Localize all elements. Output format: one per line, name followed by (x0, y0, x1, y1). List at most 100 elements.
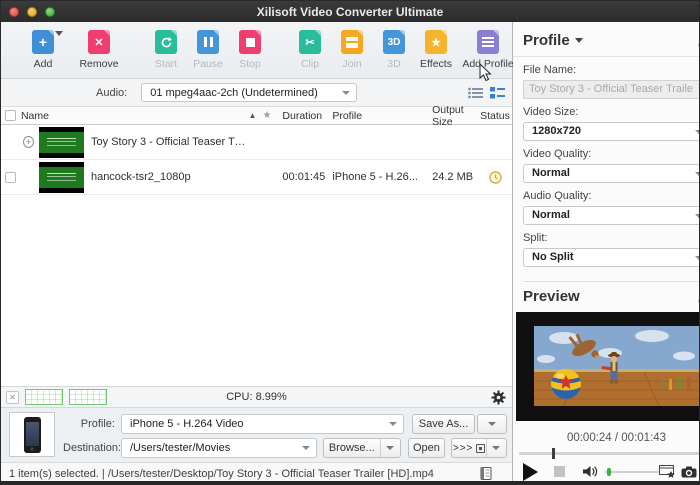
gear-icon[interactable] (491, 390, 506, 405)
profile-label: Profile: (63, 418, 115, 430)
window-title: Xilisoft Video Converter Ultimate (1, 5, 699, 19)
column-header-name[interactable]: Name (21, 110, 249, 122)
chevron-down-icon[interactable] (575, 38, 583, 43)
iphone-icon (24, 417, 41, 453)
pause-button[interactable]: Pause (187, 30, 229, 70)
chevron-down-icon (695, 130, 700, 134)
browse-button-group: Browse... (323, 438, 401, 458)
audio-label: Audio: (96, 87, 127, 99)
chevron-down-icon (386, 446, 394, 450)
video-thumbnail (39, 127, 84, 158)
cpu-bar: CPU: 8.99% ✕ (1, 386, 512, 408)
file-list-empty-area[interactable] (1, 195, 512, 386)
output-panel: Profile: iPhone 5 - H.264 Video Save As.… (1, 408, 512, 462)
column-header-profile[interactable]: Profile (332, 110, 424, 122)
save-as-dropdown-button[interactable] (477, 414, 507, 434)
video-quality-label: Video Quality: (523, 148, 700, 160)
plus-circle-icon[interactable]: + (23, 136, 34, 148)
toolbar: + Add ✕ Remove (1, 22, 512, 79)
start-icon (155, 30, 177, 54)
column-header-status[interactable]: Status (478, 110, 512, 122)
duration-cell: 00:01:45 (282, 171, 332, 183)
clip-button[interactable]: ✂ Clip (289, 30, 331, 70)
volume-thumb[interactable] (607, 468, 611, 476)
status-cell (478, 171, 512, 184)
table-row[interactable]: hancock-tsr2_1080p 00:01:45 iPhone 5 - H… (1, 160, 512, 195)
effects-button[interactable]: ★ Effects (415, 30, 457, 70)
video-size-label: Video Size: (523, 106, 700, 118)
device-transfer-icon (476, 444, 485, 453)
column-header-favorite[interactable]: ★ (262, 110, 282, 121)
sort-asc-icon[interactable]: ▲ (249, 111, 263, 120)
video-quality-select[interactable]: Normal (523, 164, 700, 183)
audio-track-select[interactable]: 01 mpeg4aac-2ch (Undetermined) (141, 83, 357, 102)
chevron-down-icon (389, 422, 397, 426)
seek-thumb[interactable] (552, 448, 555, 459)
chevron-down-icon (695, 214, 700, 218)
list-view-icon[interactable] (468, 87, 483, 99)
browse-dropdown-button[interactable] (381, 446, 400, 450)
transport-controls (523, 463, 700, 481)
file-name-label: File Name: (523, 64, 700, 76)
save-as-button[interactable]: Save As... (412, 414, 475, 434)
remove-icon: ✕ (88, 30, 110, 54)
add-profile-icon (477, 30, 499, 54)
chevron-down-icon (695, 256, 700, 260)
open-button[interactable]: Open (408, 438, 446, 458)
camera-icon[interactable] (681, 466, 697, 478)
chevron-down-icon (302, 446, 310, 450)
output-profile-select[interactable]: iPhone 5 - H.264 Video (121, 414, 404, 434)
file-list-header: Name ▲ ★ Duration Profile Output Size St… (1, 107, 512, 125)
start-button[interactable]: Start (145, 30, 187, 70)
add-dropdown-caret[interactable] (55, 31, 63, 36)
select-all-checkbox[interactable] (5, 110, 16, 121)
browse-button[interactable]: Browse... (324, 439, 381, 457)
3d-icon: 3D (383, 30, 405, 54)
detail-view-icon[interactable] (490, 87, 505, 99)
video-size-select[interactable]: 1280x720 (523, 122, 700, 141)
transfer-dropdown-button[interactable] (487, 446, 506, 450)
file-name-input[interactable] (523, 80, 700, 99)
row-checkbox[interactable] (5, 172, 16, 183)
split-select[interactable]: No Split (523, 248, 700, 267)
main-panel: + Add ✕ Remove (1, 22, 513, 484)
stop-button[interactable]: Stop (229, 30, 271, 70)
stop-playback-icon[interactable] (554, 466, 565, 477)
transfer-button[interactable]: >>> (452, 439, 487, 457)
profile-panel-title: Profile (523, 32, 570, 49)
seek-slider[interactable] (519, 452, 700, 455)
profile-cell: iPhone 5 - H.26... (332, 171, 424, 183)
audio-quality-select[interactable]: Normal (523, 206, 700, 225)
status-text: 1 item(s) selected. | /Users/tester/Desk… (9, 468, 434, 480)
play-icon[interactable] (523, 463, 538, 481)
window-bottom-edge (1, 481, 699, 484)
preview-section: Preview (523, 281, 700, 309)
audio-quality-label: Audio Quality: (523, 190, 700, 202)
output-size-cell: 24.2 MB (424, 171, 478, 183)
destination-select[interactable]: /Users/tester/Movies (121, 438, 317, 458)
pause-icon (197, 30, 219, 54)
remove-button[interactable]: ✕ Remove (71, 30, 127, 70)
join-button[interactable]: Join (331, 30, 373, 70)
playback-time: 00:00:24 / 00:01:43 (523, 432, 700, 444)
transfer-button-group: >>> (451, 438, 507, 458)
join-icon (341, 30, 363, 54)
table-row[interactable]: + Toy Story 3 - Official Teaser Traile..… (1, 125, 512, 160)
side-panel: Profile File Name: Video Size: 1280x720 … (513, 22, 700, 484)
notepad-icon[interactable] (480, 467, 492, 480)
speaker-icon[interactable] (583, 465, 599, 478)
screencast-icon[interactable] (659, 465, 676, 478)
app-window: Xilisoft Video Converter Ultimate + Add … (0, 0, 700, 485)
add-icon: + (32, 30, 54, 54)
mouse-cursor (479, 63, 492, 82)
title-bar: Xilisoft Video Converter Ultimate (1, 1, 699, 22)
effects-icon: ★ (425, 30, 447, 54)
column-header-output-size[interactable]: Output Size (424, 104, 478, 128)
volume-slider[interactable] (605, 471, 659, 473)
add-button[interactable]: + Add (15, 30, 71, 70)
column-header-duration[interactable]: Duration (282, 110, 332, 122)
chevron-down-icon (488, 422, 496, 426)
threed-button[interactable]: 3D 3D (373, 30, 415, 70)
waiting-clock-icon (489, 171, 502, 184)
clip-icon: ✂ (299, 30, 321, 54)
